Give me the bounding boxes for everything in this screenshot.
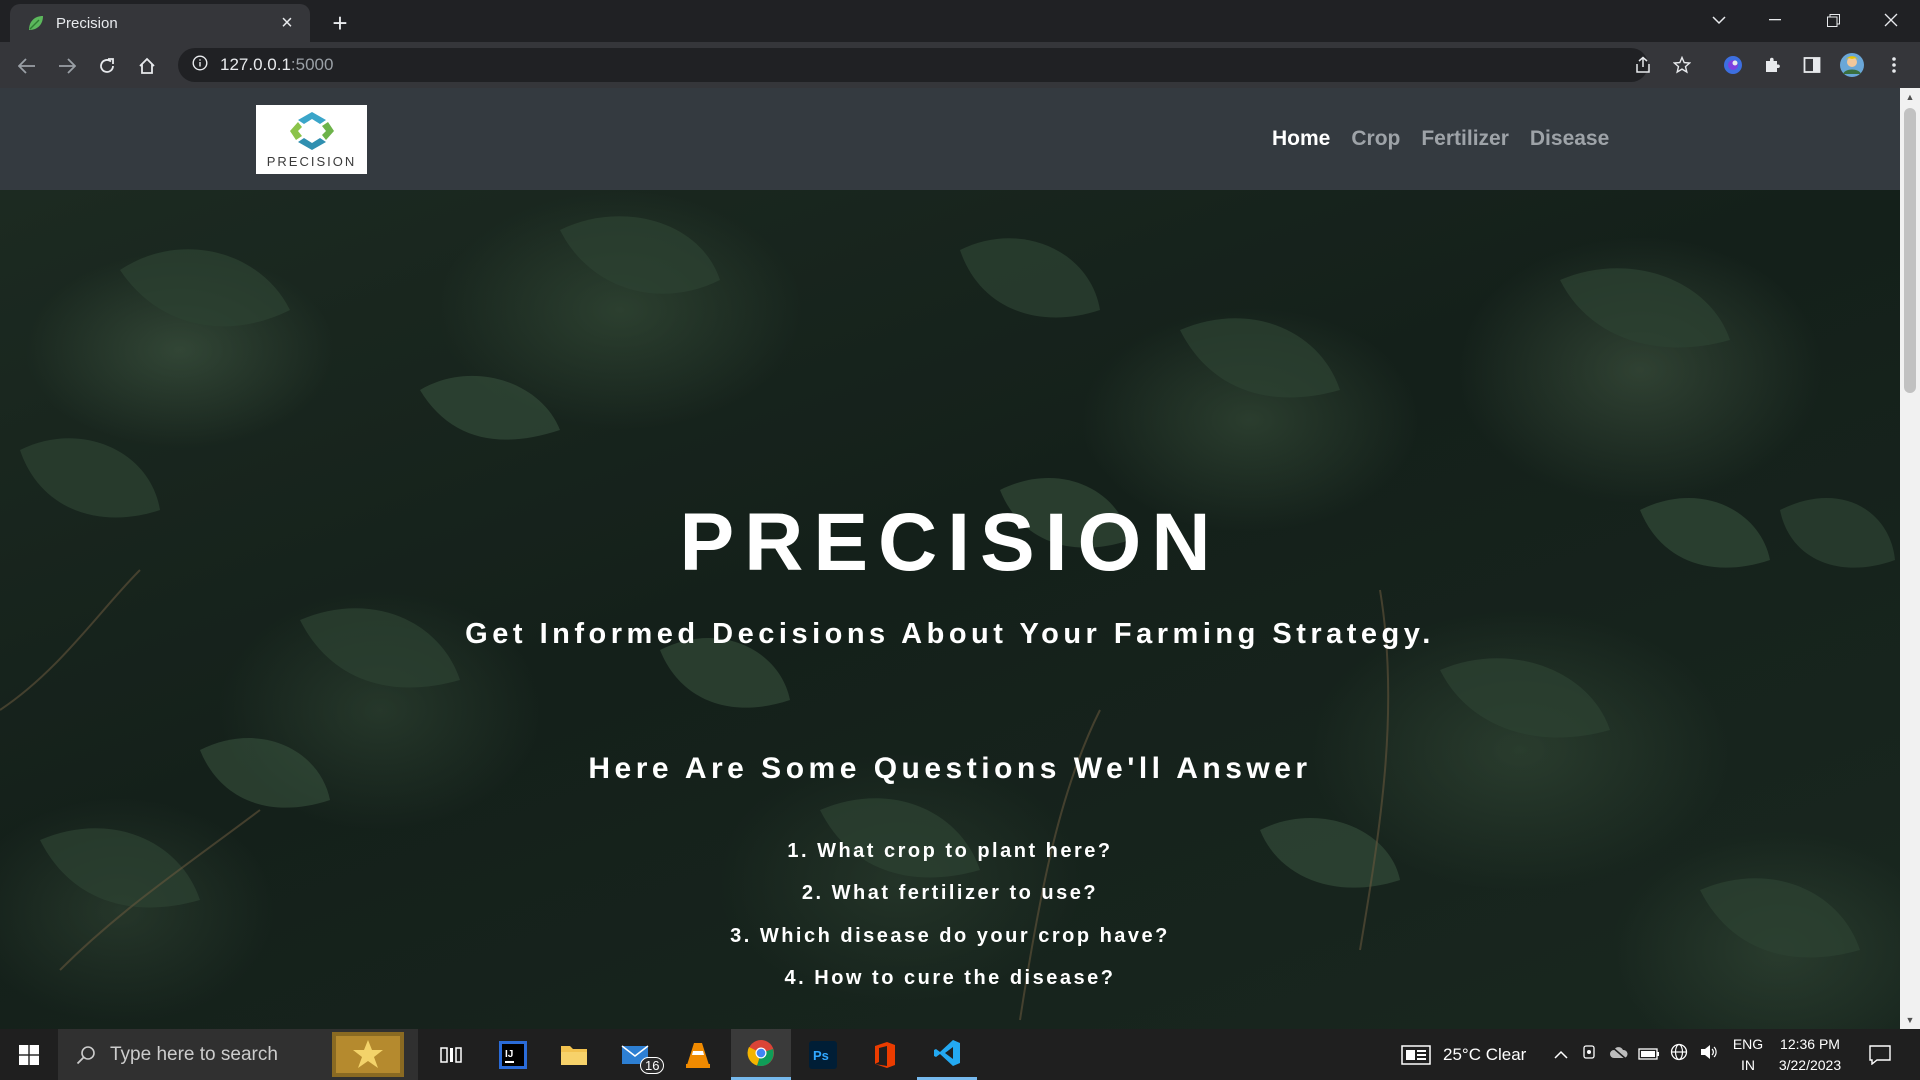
url-port: :5000 — [290, 55, 334, 74]
minimize-window-button[interactable] — [1746, 0, 1804, 40]
weather-widget[interactable]: 25°C Clear — [1401, 1029, 1526, 1080]
battery-icon[interactable] — [1634, 1045, 1664, 1065]
question-item: 2. What fertilizer to use? — [801, 882, 1099, 904]
tray-icons — [1548, 1029, 1724, 1080]
precision-logo[interactable]: PRECISION — [256, 105, 367, 174]
bookmark-star-icon[interactable] — [1672, 55, 1692, 75]
address-bar[interactable]: 127.0.0.1:5000 — [178, 48, 1648, 82]
question-item: 3. Which disease do your crop have? — [730, 925, 1170, 947]
windows-start-button[interactable] — [0, 1029, 58, 1080]
search-placeholder: Type here to search — [110, 1043, 278, 1065]
svg-text:Ps: Ps — [813, 1048, 829, 1063]
leaf-favicon-icon — [26, 13, 46, 33]
mail-app-icon[interactable]: 16 — [606, 1029, 666, 1080]
weather-text: 25°C Clear — [1443, 1044, 1527, 1064]
chrome-app-icon[interactable] — [731, 1029, 791, 1080]
office-app-icon[interactable] — [855, 1029, 915, 1080]
close-window-button[interactable] — [1862, 0, 1920, 40]
scrollbar-thumb[interactable] — [1904, 108, 1916, 393]
browser-tab[interactable]: Precision × — [10, 4, 310, 42]
search-highlight-image — [332, 1032, 404, 1077]
logo-text: PRECISION — [266, 154, 357, 169]
question-item: 4. How to cure the disease? — [784, 967, 1116, 989]
profile-avatar[interactable] — [1837, 50, 1867, 80]
system-clock[interactable]: 12:36 PM 3/22/2023 — [1760, 1034, 1860, 1076]
close-tab-icon[interactable]: × — [276, 12, 298, 34]
restore-window-button[interactable] — [1804, 0, 1862, 40]
windows-logo-icon — [19, 1044, 39, 1065]
network-globe-icon[interactable] — [1664, 1043, 1694, 1066]
vscode-app-icon[interactable] — [917, 1029, 977, 1080]
site-navbar: PRECISION Home Crop Fertilizer Disease — [0, 88, 1900, 190]
mail-unread-badge: 16 — [640, 1057, 665, 1074]
windows-taskbar: Type here to search IJ 16 Ps 25°C Clear — [0, 1029, 1920, 1080]
volume-icon[interactable] — [1694, 1044, 1724, 1065]
clock-time: 12:36 PM — [1780, 1036, 1840, 1052]
share-icon[interactable] — [1633, 55, 1653, 75]
question-item: 1. What crop to plant here? — [787, 840, 1113, 862]
scroll-up-arrow-icon[interactable]: ▲ — [1900, 88, 1920, 106]
nav-link-crop[interactable]: Crop — [1351, 127, 1400, 151]
extensions-puzzle-icon[interactable] — [1757, 50, 1787, 80]
onedrive-cloud-icon[interactable] — [1604, 1045, 1634, 1065]
hero-subtitle: Get Informed Decisions About Your Farmin… — [465, 618, 1435, 650]
news-weather-icon — [1401, 1044, 1431, 1065]
reload-icon[interactable] — [91, 50, 123, 82]
taskbar-search-box[interactable]: Type here to search — [58, 1029, 418, 1080]
scroll-down-arrow-icon[interactable]: ▼ — [1900, 1011, 1920, 1029]
task-view-icon[interactable] — [421, 1029, 481, 1080]
clock-date: 3/22/2023 — [1778, 1057, 1842, 1073]
meet-now-icon[interactable] — [1574, 1044, 1604, 1065]
notification-center-icon[interactable] — [1858, 1029, 1902, 1080]
search-icon — [76, 1045, 95, 1064]
hero-content: PRECISION Get Informed Decisions About Y… — [0, 190, 1900, 1029]
browser-toolbar: 127.0.0.1:5000 — [0, 42, 1920, 88]
url-host: 127.0.0.1 — [220, 55, 291, 74]
questions-heading: Here Are Some Questions We'll Answer — [588, 752, 1312, 785]
tab-search-chevron-icon[interactable] — [1690, 0, 1748, 40]
site-info-icon[interactable] — [192, 54, 208, 76]
browser-tab-strip: Precision × + — [0, 0, 1920, 42]
tab-title: Precision — [56, 14, 118, 32]
precision-logo-mark-icon — [289, 112, 334, 150]
page-scrollbar[interactable]: ▲ ▼ — [1900, 88, 1920, 1029]
nav-link-disease[interactable]: Disease — [1530, 127, 1609, 151]
show-hidden-icons-chevron-icon[interactable] — [1548, 1045, 1574, 1065]
page-viewport: PRECISION Home Crop Fertilizer Disease P… — [0, 88, 1900, 1029]
nav-link-fertilizer[interactable]: Fertilizer — [1421, 127, 1509, 151]
vlc-app-icon[interactable] — [668, 1029, 728, 1080]
svg-text:IJ: IJ — [505, 1049, 513, 1060]
site-nav-links: Home Crop Fertilizer Disease — [1272, 88, 1630, 190]
browser-menu-icon[interactable] — [1879, 50, 1909, 80]
new-tab-button[interactable]: + — [325, 8, 355, 38]
forward-arrow-icon[interactable] — [51, 50, 83, 82]
extension-globe-icon[interactable] — [1718, 50, 1748, 80]
home-icon[interactable] — [131, 50, 163, 82]
hero-section: PRECISION Get Informed Decisions About Y… — [0, 190, 1900, 1029]
hero-title: PRECISION — [679, 497, 1221, 588]
side-panel-icon[interactable] — [1797, 50, 1827, 80]
intellij-app-icon[interactable]: IJ — [483, 1029, 543, 1080]
photoshop-app-icon[interactable]: Ps — [793, 1029, 853, 1080]
back-arrow-icon[interactable] — [11, 50, 43, 82]
nav-link-home[interactable]: Home — [1272, 127, 1330, 151]
file-explorer-icon[interactable] — [544, 1029, 604, 1080]
